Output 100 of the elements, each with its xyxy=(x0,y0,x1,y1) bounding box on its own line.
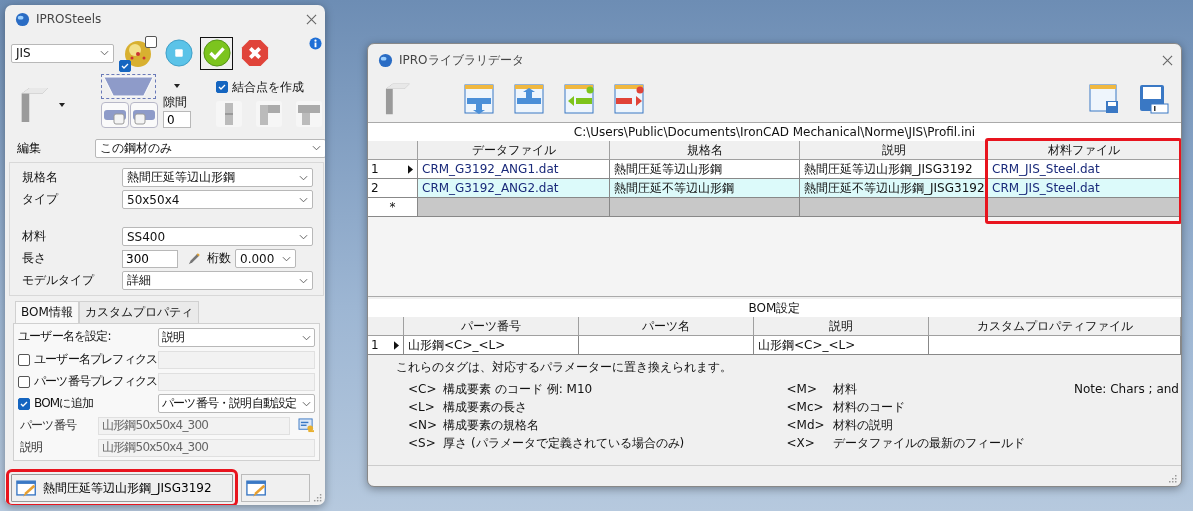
tag-code: <X> xyxy=(786,435,816,452)
checkbox[interactable] xyxy=(18,375,30,388)
edit-button[interactable] xyxy=(241,474,311,502)
checkbox-label[interactable]: 結合点を作成 xyxy=(232,78,304,96)
tag-description: データファイルの最新のフィールド xyxy=(832,435,1025,452)
gap-input[interactable]: 0 xyxy=(163,111,191,128)
select-field[interactable]: SS400 xyxy=(122,227,313,246)
checkbox[interactable] xyxy=(145,36,157,48)
save-as-icon[interactable] xyxy=(1139,84,1169,114)
column-header[interactable]: 説明 xyxy=(800,141,988,160)
select-field[interactable]: 熱間圧延等辺山形鋼 xyxy=(122,168,313,187)
digits-select[interactable]: 0.000 xyxy=(235,249,296,268)
section-shape-button[interactable] xyxy=(101,73,156,99)
chevron-icon xyxy=(100,50,109,56)
info-icon[interactable] xyxy=(309,37,322,50)
row-header[interactable]: 1 xyxy=(368,160,418,179)
tag-code: <M> xyxy=(786,381,819,398)
text-field[interactable] xyxy=(158,350,315,369)
resize-grip-icon[interactable] xyxy=(312,492,322,502)
description-field[interactable]: 山形鋼50x50x4_300 xyxy=(98,438,315,457)
column-header[interactable]: カスタムプロパティファイル xyxy=(929,317,1181,336)
standard-select[interactable]: JIS xyxy=(11,43,114,63)
select-field[interactable]: パーツ番号・説明自動設定 xyxy=(158,394,315,413)
action-button[interactable] xyxy=(200,36,233,70)
current-row-icon xyxy=(394,341,399,350)
length-input[interactable]: 300 xyxy=(122,249,178,268)
user-name-select[interactable]: 説明 xyxy=(158,328,315,347)
field-label: モデルタイプ xyxy=(22,272,96,289)
column-header[interactable]: 説明 xyxy=(754,317,929,336)
caret-icon[interactable] xyxy=(174,84,180,88)
tab[interactable]: カスタムプロパティ xyxy=(78,301,199,323)
field-label: ユーザー名を設定: xyxy=(18,328,112,345)
angle-profile-icon[interactable] xyxy=(19,86,49,124)
edit-icon xyxy=(246,478,269,498)
checkbox[interactable] xyxy=(18,397,30,410)
key-icon[interactable] xyxy=(298,418,315,433)
table-cell: CRM_G3192_ANG1.dat xyxy=(418,160,610,179)
table-cell: CRM_G3192_ANG2.dat xyxy=(418,179,610,198)
select-field[interactable]: 50x50x4 xyxy=(122,190,313,209)
chevron-icon xyxy=(302,334,311,341)
insert-row-below-icon[interactable] xyxy=(464,84,494,114)
close-icon[interactable] xyxy=(306,13,317,25)
joint-icon[interactable] xyxy=(256,101,282,127)
save-table-icon[interactable] xyxy=(1089,84,1119,114)
globe-icon xyxy=(378,52,393,68)
edit-icon xyxy=(16,478,38,498)
row-header[interactable]: 2 xyxy=(368,179,418,198)
file-path: C:\Users\Public\Documents\IronCAD Mechanical\Norme\JIS\Profil.ini xyxy=(368,123,1181,141)
caret-icon[interactable] xyxy=(59,103,65,107)
part-number-field[interactable]: 山形鋼50x50x4_300 xyxy=(98,416,290,435)
tag-code: <C> xyxy=(408,381,438,398)
edit-label: 編集 xyxy=(16,139,42,157)
column-header[interactable]: 材料ファイル xyxy=(988,141,1181,160)
tag-description: 材料の説明 xyxy=(832,417,894,434)
digits-label: 桁数 xyxy=(207,250,231,267)
select-field[interactable]: 詳細 xyxy=(122,271,313,290)
tag-code: <L> xyxy=(408,399,436,416)
table-cell: 山形鋼<C>_<L> xyxy=(754,336,929,355)
checkbox-label[interactable]: パーツ番号プレフィクス xyxy=(34,373,158,390)
angle-profile-icon[interactable] xyxy=(384,82,410,116)
joint-icon[interactable] xyxy=(216,101,242,127)
close-icon[interactable] xyxy=(1162,54,1173,66)
tag-description: 構成要素の規格名 xyxy=(443,417,541,434)
remove-row-icon[interactable] xyxy=(614,84,644,114)
new-row-marker: * xyxy=(368,198,418,217)
tag-code: <Md> xyxy=(786,417,826,434)
resize-grip-icon[interactable] xyxy=(1167,473,1177,483)
column-header[interactable]: パーツ番号 xyxy=(404,317,579,336)
pencil-icon[interactable] xyxy=(186,251,201,266)
checkbox[interactable] xyxy=(119,60,131,72)
column-header[interactable]: 規格名 xyxy=(610,141,800,160)
tag-description: 材料 xyxy=(832,381,858,398)
column-header[interactable]: パーツ名 xyxy=(579,317,754,336)
field-label: パーツ番号 xyxy=(19,417,78,434)
row-header[interactable]: 1 xyxy=(368,336,404,355)
joint-icon[interactable] xyxy=(296,101,322,127)
chevron-icon xyxy=(282,255,291,262)
chevron-icon xyxy=(299,196,308,203)
checkbox[interactable] xyxy=(216,81,228,93)
tab[interactable]: BOM情報 xyxy=(15,301,79,323)
field-label: 材料 xyxy=(22,228,47,245)
window-title: IPROSteels xyxy=(36,12,103,26)
table-cell: CRM_JIS_Steel.dat xyxy=(988,160,1181,179)
align-right-button[interactable] xyxy=(130,102,158,128)
table-cell: 熱間圧延等辺山形鋼_JISG3192 xyxy=(800,160,988,179)
text-field[interactable] xyxy=(158,372,315,391)
checkbox-label[interactable]: BOMに追加 xyxy=(34,395,94,412)
checkbox-label[interactable]: ユーザー名プレフィクス xyxy=(34,351,158,368)
tag-description: 構成要素の長さ xyxy=(443,399,529,416)
column-header[interactable]: データファイル xyxy=(418,141,610,160)
edit-select[interactable]: この鋼材のみ xyxy=(95,138,325,158)
align-left-button[interactable] xyxy=(101,102,129,128)
chevron-icon xyxy=(302,400,311,407)
chevron-icon xyxy=(299,277,308,284)
globe-icon xyxy=(15,11,30,27)
current-row-icon xyxy=(408,165,413,174)
table-cell: 熱間圧延不等辺山形鋼_JISG3192 xyxy=(800,179,988,198)
insert-row-above-icon[interactable] xyxy=(514,84,544,114)
checkbox[interactable] xyxy=(18,353,30,366)
tag-description: 材料のコード xyxy=(832,399,906,416)
